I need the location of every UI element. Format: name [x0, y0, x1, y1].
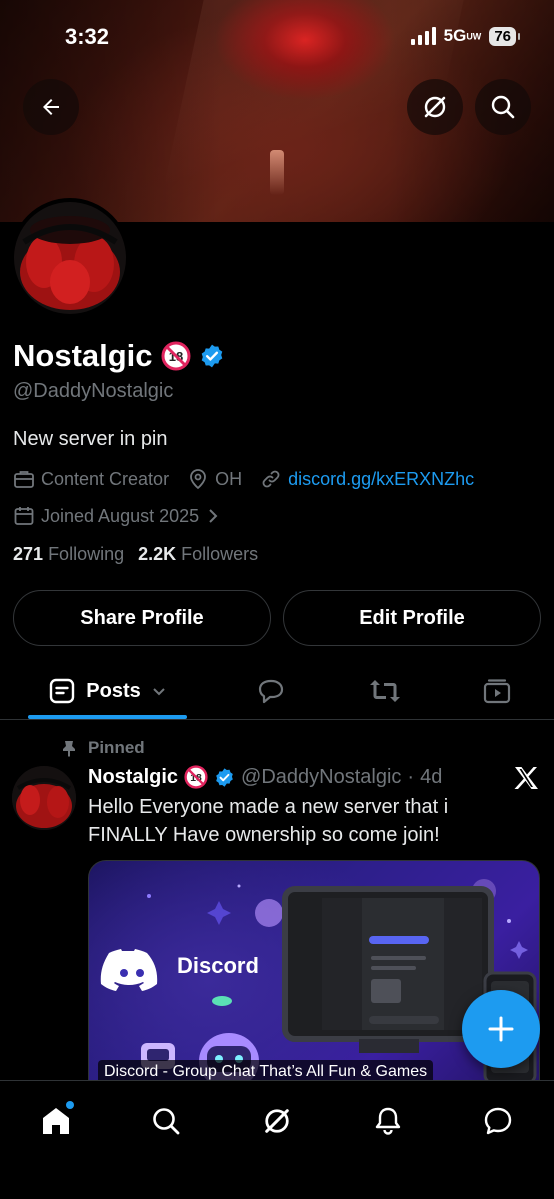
nav-explore[interactable]	[144, 1099, 188, 1143]
plus-icon	[488, 1016, 514, 1042]
home-notification-dot	[66, 1101, 74, 1109]
post-separator: ·	[407, 765, 415, 788]
search-icon	[491, 95, 515, 119]
post-avatar-image	[12, 766, 76, 830]
reply-icon	[258, 679, 284, 704]
chevron-right-icon	[209, 509, 218, 523]
status-time: 3:32	[65, 24, 110, 49]
profile-location: OH	[215, 468, 243, 489]
signal-icon	[410, 27, 436, 45]
tab-reposts[interactable]	[360, 662, 410, 720]
verified-badge-icon	[216, 767, 233, 787]
search-icon	[153, 1108, 180, 1135]
profile-name: Nostalgic	[13, 338, 153, 373]
following-stat[interactable]: 271 Following	[13, 544, 124, 565]
joined-date: Joined August 2025	[41, 505, 200, 526]
back-button[interactable]	[23, 79, 79, 135]
avatar-image	[14, 202, 126, 314]
follow-stats: 271 Following 2.2K Followers	[13, 544, 258, 565]
nav-notifications[interactable]	[366, 1099, 410, 1143]
profile-name-row: Nostalgic 18	[13, 338, 225, 374]
no-18-icon: 18	[161, 341, 191, 371]
posts-icon	[50, 678, 75, 704]
home-icon	[43, 1108, 69, 1134]
grok-button[interactable]	[407, 79, 463, 135]
location-pin-icon	[190, 469, 206, 490]
bottom-navigation	[0, 1080, 554, 1199]
discord-logo-text: Discord	[177, 953, 259, 978]
post-header: Nostalgic 18 @DaddyNostalgic·4d	[88, 765, 442, 789]
x-logo-icon	[512, 764, 540, 797]
verified-badge-icon[interactable]	[199, 343, 225, 369]
status-indicators: 5GUW 76	[410, 26, 520, 46]
arrow-left-icon	[43, 99, 59, 115]
network-type: 5GUW	[443, 26, 482, 45]
grok-icon	[424, 96, 446, 118]
pinned-label-row: Pinned	[60, 738, 145, 758]
post-text: Hello Everyone made a new server that i …	[88, 796, 449, 846]
profile-meta-row: Content Creator OH discord.gg/kxERXNZhc	[13, 468, 474, 490]
tab-media[interactable]	[472, 662, 522, 720]
post-author-name[interactable]: Nostalgic	[88, 766, 178, 789]
nav-messages[interactable]	[476, 1099, 520, 1143]
nav-grok[interactable]	[255, 1099, 299, 1143]
share-profile-button[interactable]: Share Profile	[13, 590, 271, 646]
post-author-avatar[interactable]	[12, 766, 76, 830]
profile-category: Content Creator	[41, 468, 170, 489]
grok-icon	[265, 1109, 289, 1133]
profile-tabs: Posts	[0, 662, 554, 720]
calendar-icon	[14, 507, 34, 525]
joined-row[interactable]: Joined August 2025	[13, 505, 221, 527]
pin-icon	[63, 741, 75, 757]
tab-posts-label: Posts	[86, 679, 141, 702]
video-media-icon	[483, 679, 511, 704]
active-tab-indicator	[28, 715, 187, 719]
tab-posts[interactable]: Posts	[28, 662, 187, 720]
followers-stat[interactable]: 2.2K Followers	[138, 544, 258, 565]
post-author-handle: @DaddyNostalgic	[241, 765, 402, 788]
chat-bubble-icon	[484, 1107, 512, 1135]
no-18-icon: 18	[184, 765, 208, 789]
chevron-down-icon[interactable]	[151, 683, 167, 699]
briefcase-icon	[14, 471, 34, 488]
bell-icon	[375, 1107, 401, 1135]
tab-replies[interactable]	[246, 662, 296, 720]
repost-icon	[370, 680, 400, 702]
link-icon	[262, 470, 280, 488]
pinned-label: Pinned	[88, 738, 145, 757]
profile-link[interactable]: discord.gg/kxERXNZhc	[288, 469, 474, 490]
search-button[interactable]	[475, 79, 531, 135]
profile-avatar[interactable]	[10, 198, 130, 318]
profile-bio: New server in pin	[13, 428, 168, 450]
profile-handle: @DaddyNostalgic	[13, 380, 174, 402]
nav-home[interactable]	[34, 1099, 78, 1143]
edit-profile-button[interactable]: Edit Profile	[283, 590, 541, 646]
battery-icon: 76	[489, 26, 520, 46]
post-age: 4d	[420, 765, 443, 788]
compose-post-button[interactable]	[462, 990, 540, 1068]
